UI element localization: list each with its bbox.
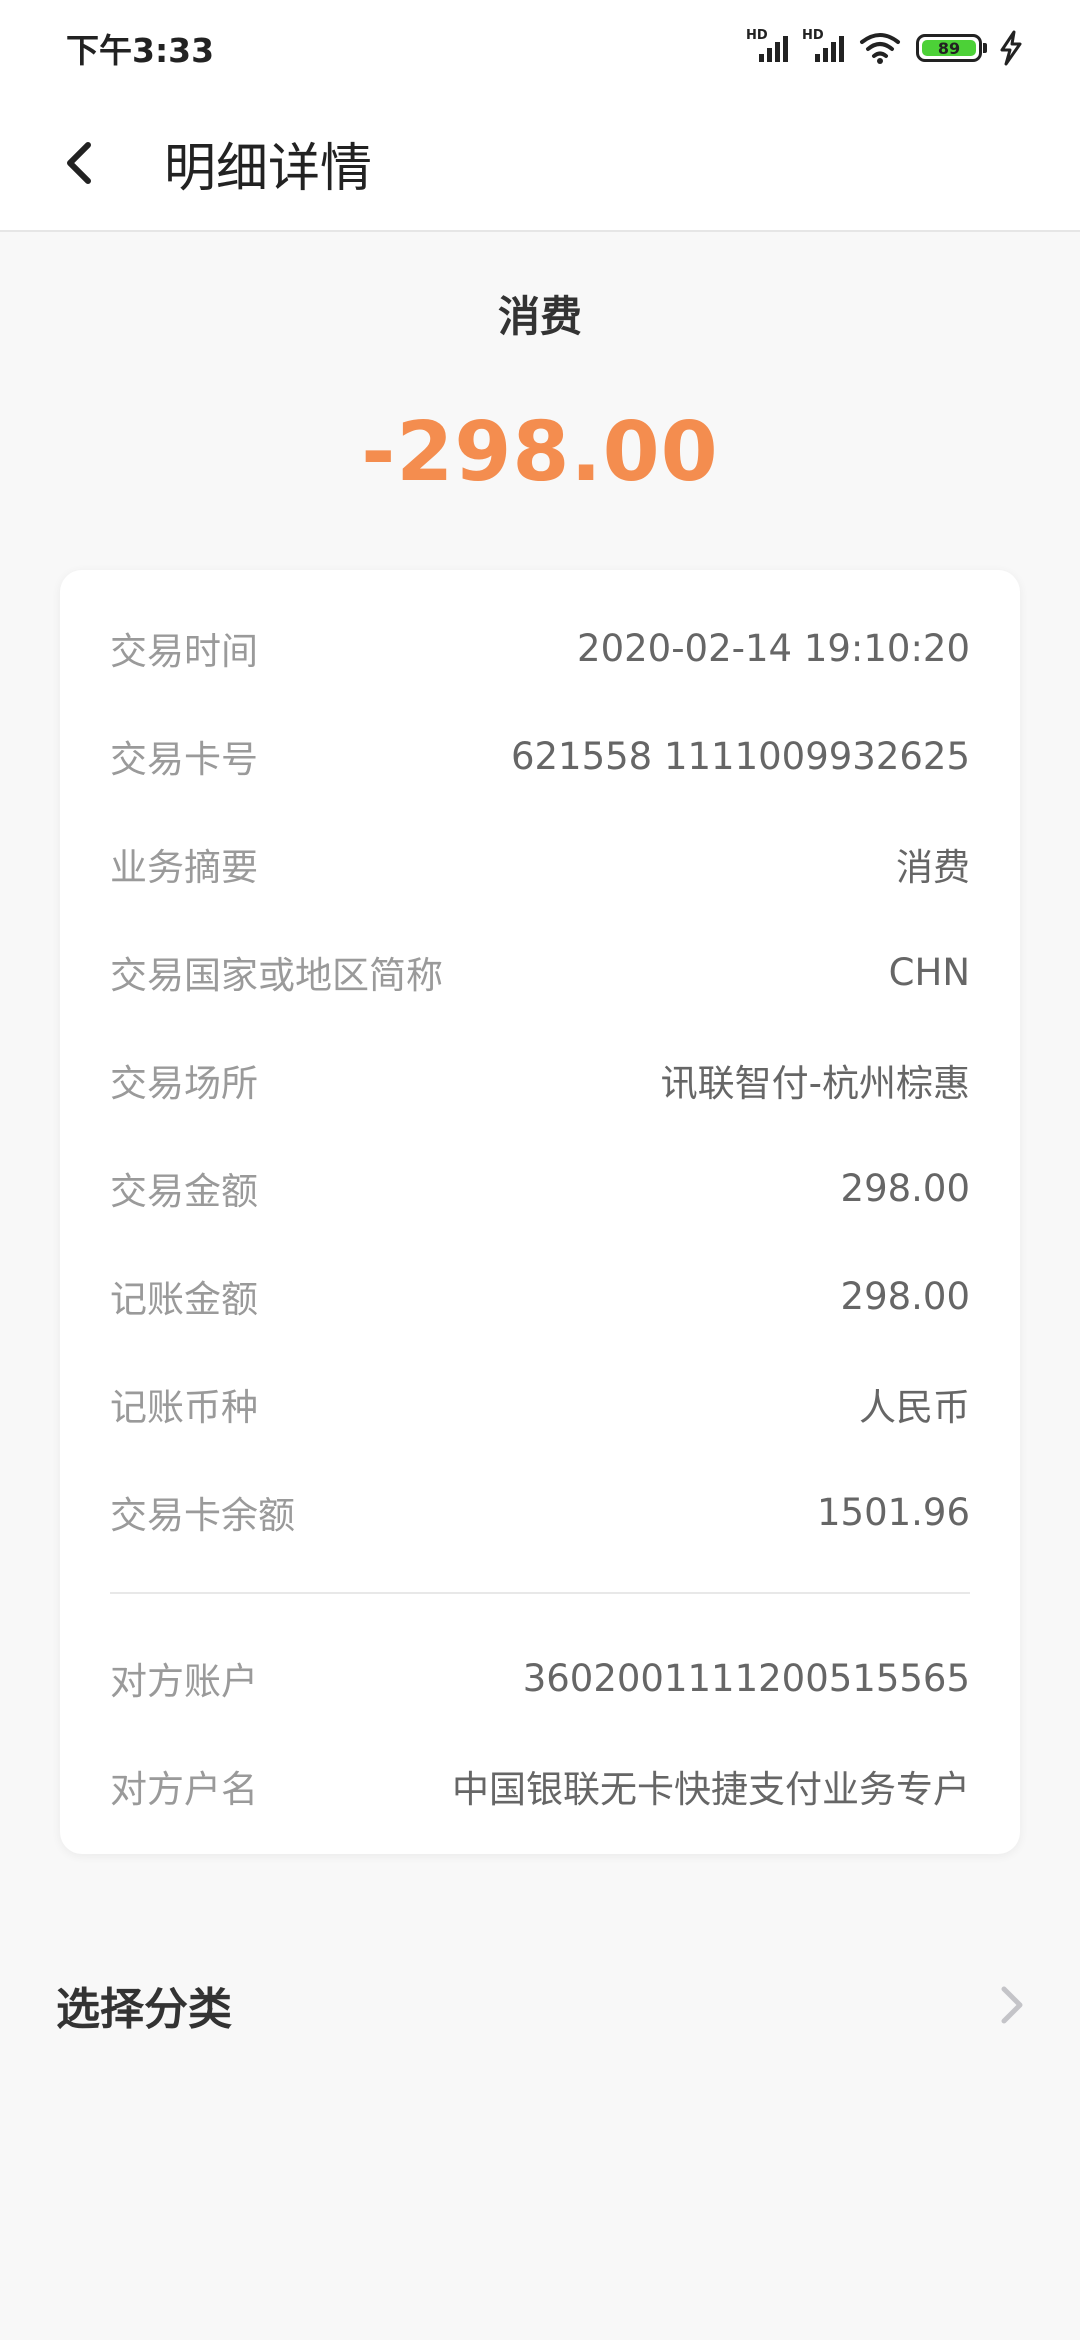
detail-row-country: 交易国家或地区简称 CHN — [110, 942, 970, 1002]
detail-row-transaction-amount: 交易金额 298.00 — [110, 1158, 970, 1218]
detail-key: 对方账户 — [110, 1660, 258, 1703]
detail-value: CHN — [888, 950, 970, 994]
status-icons: HD HD 89 — [746, 28, 1026, 66]
detail-key: 交易国家或地区简称 — [110, 954, 443, 997]
detail-row-venue: 交易场所 讯联智付-杭州棕惠 — [110, 1050, 970, 1110]
detail-key: 业务摘要 — [110, 846, 258, 889]
detail-key: 记账金额 — [110, 1278, 258, 1321]
detail-card: 交易时间 2020-02-14 19:10:20 交易卡号 621558 111… — [60, 570, 1020, 1854]
detail-row-summary: 业务摘要 消费 — [110, 834, 970, 894]
detail-key: 交易卡号 — [110, 738, 258, 781]
detail-value: 298.00 — [840, 1274, 970, 1318]
detail-key: 交易卡余额 — [110, 1494, 295, 1537]
charging-bolt-icon — [1000, 30, 1022, 66]
detail-key: 交易时间 — [110, 630, 258, 673]
transaction-amount: -298.00 — [361, 405, 719, 500]
chevron-right-icon — [1001, 1986, 1023, 2024]
page-title: 明细详情 — [164, 138, 373, 199]
select-category-row[interactable]: 选择分类 — [0, 1960, 1080, 2050]
detail-value: 2020-02-14 19:10:20 — [577, 626, 970, 670]
detail-key: 对方户名 — [110, 1768, 258, 1811]
detail-value: 中国银联无卡快捷支付业务专户 — [452, 1768, 970, 1811]
detail-row-card-number: 交易卡号 621558 1111009932625 — [110, 726, 970, 786]
detail-key: 记账币种 — [110, 1386, 258, 1429]
status-time: 下午3:33 — [66, 31, 215, 70]
signal-hd-icon: HD — [802, 28, 844, 66]
battery-icon: 89 — [916, 34, 987, 62]
transaction-type: 消费 — [497, 292, 582, 341]
detail-key: 交易场所 — [110, 1062, 258, 1105]
detail-row-balance: 交易卡余额 1501.96 — [110, 1482, 970, 1542]
detail-value: 3602001111200515565 — [522, 1656, 970, 1700]
divider — [110, 1592, 970, 1594]
status-bar: 下午3:33 HD HD 89 — [0, 0, 1080, 96]
detail-value: 298.00 — [840, 1166, 970, 1210]
detail-key: 交易金额 — [110, 1170, 258, 1213]
detail-value: 消费 — [896, 846, 970, 889]
chevron-left-icon — [67, 142, 91, 184]
detail-row-counterparty-account: 对方账户 3602001111200515565 — [110, 1648, 970, 1708]
battery-level: 89 — [922, 39, 976, 58]
detail-row-booked-amount: 记账金额 298.00 — [110, 1266, 970, 1326]
detail-value: 人民币 — [859, 1386, 970, 1429]
detail-row-counterparty-name: 对方户名 中国银联无卡快捷支付业务专户 — [110, 1756, 970, 1816]
wifi-icon — [860, 33, 900, 64]
signal-hd-icon: HD — [746, 28, 788, 66]
detail-value: 621558 1111009932625 — [510, 734, 970, 778]
detail-value: 1501.96 — [816, 1490, 970, 1534]
back-button[interactable] — [44, 128, 114, 198]
detail-row-currency: 记账币种 人民币 — [110, 1374, 970, 1434]
detail-row-time: 交易时间 2020-02-14 19:10:20 — [110, 618, 970, 678]
select-category-label: 选择分类 — [56, 1984, 232, 2035]
detail-value: 讯联智付-杭州棕惠 — [660, 1062, 970, 1105]
app-header: 明细详情 — [0, 96, 1080, 232]
